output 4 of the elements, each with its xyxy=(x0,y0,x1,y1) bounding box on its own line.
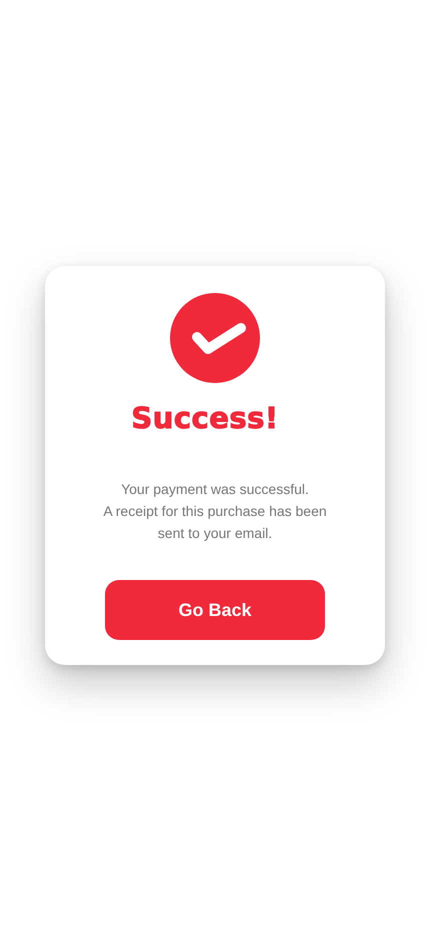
go-back-button[interactable]: Go Back xyxy=(105,580,325,640)
dialog-title: Success! xyxy=(131,400,279,437)
dialog-message: Your payment was successful. A receipt for this purchase has been sent to your email. xyxy=(103,480,327,543)
checkmark-icon xyxy=(170,293,260,383)
